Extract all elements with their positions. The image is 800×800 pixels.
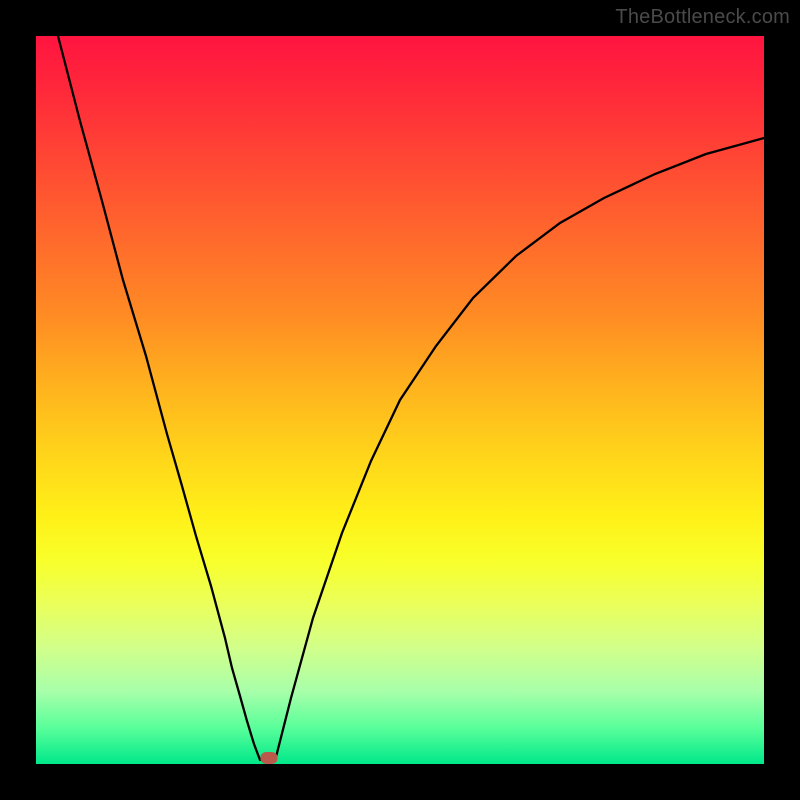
chart-frame: TheBottleneck.com [0, 0, 800, 800]
watermark-text: TheBottleneck.com [615, 6, 790, 29]
bottleneck-curve [36, 36, 764, 764]
curve-right-branch [276, 138, 764, 757]
curve-left-branch [58, 36, 260, 760]
plot-area [36, 36, 764, 764]
optimal-marker [261, 752, 278, 764]
